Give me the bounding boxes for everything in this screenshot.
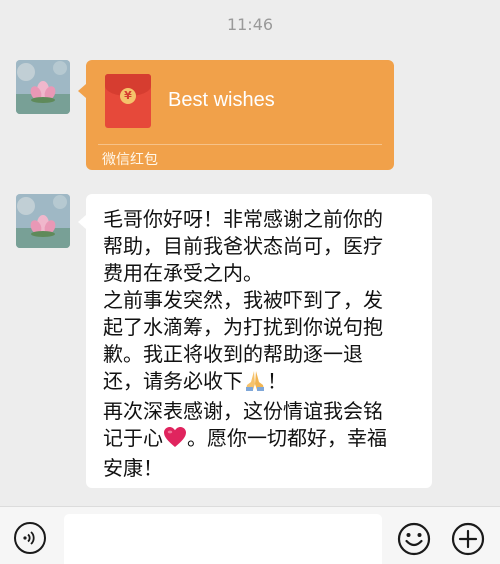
message-line: 费用在承受之内。 [103, 261, 263, 285]
message-bubble-tail [78, 215, 86, 229]
message-line: 再次深表感谢，这份情谊我会铭 [103, 399, 383, 423]
message-line: 起了水滴筹，为打扰到你说句抱 [103, 315, 383, 339]
message-line: 之前事发突然，我被吓到了，发 [103, 288, 383, 312]
emoji-icon[interactable] [397, 522, 431, 556]
contact-avatar[interactable] [16, 194, 70, 248]
red-envelope-icon: ¥ [105, 74, 151, 128]
packet-bubble-tail [78, 84, 86, 98]
coin-icon: ¥ [120, 88, 136, 104]
message-line: 记于心 。愿你一切都好，幸福 [103, 425, 416, 455]
timestamp: 11:46 [226, 15, 274, 34]
message-text: 还，请务必收下 [103, 369, 243, 393]
message-line: 帮助，目前我爸状态尚可，医疗 [103, 234, 383, 258]
message-bubble[interactable]: 毛哥你好呀！非常感谢之前你的 帮助，目前我爸状态尚可，医疗 费用在承受之内。 之… [86, 194, 432, 488]
message-input[interactable] [64, 514, 382, 564]
message-line: 还，请务必收下 ！ [103, 368, 416, 398]
message-line: 安康！ [103, 456, 163, 480]
lotus-avatar-image [16, 60, 70, 114]
message-text: ！ [267, 369, 287, 393]
message-line: 歉。我正将收到的帮助逐一退 [103, 342, 363, 366]
message-text: 记于心 [103, 426, 163, 450]
packet-divider [98, 144, 382, 145]
contact-avatar[interactable] [16, 60, 70, 114]
packet-footer-label: 微信红包 [102, 152, 158, 168]
red-packet-card[interactable]: ¥ Best wishes 微信红包 [86, 60, 394, 170]
chat-input-bar [0, 506, 500, 564]
red-heart-icon [163, 426, 187, 455]
message-text: 。愿你一切都好，幸福 [187, 426, 387, 450]
lotus-avatar-image [16, 194, 70, 248]
plus-icon[interactable] [451, 522, 485, 556]
packet-title: Best wishes [168, 89, 275, 111]
message-line: 毛哥你好呀！非常感谢之前你的 [103, 207, 383, 231]
voice-icon[interactable] [14, 522, 46, 554]
praying-hands-icon [243, 369, 267, 398]
